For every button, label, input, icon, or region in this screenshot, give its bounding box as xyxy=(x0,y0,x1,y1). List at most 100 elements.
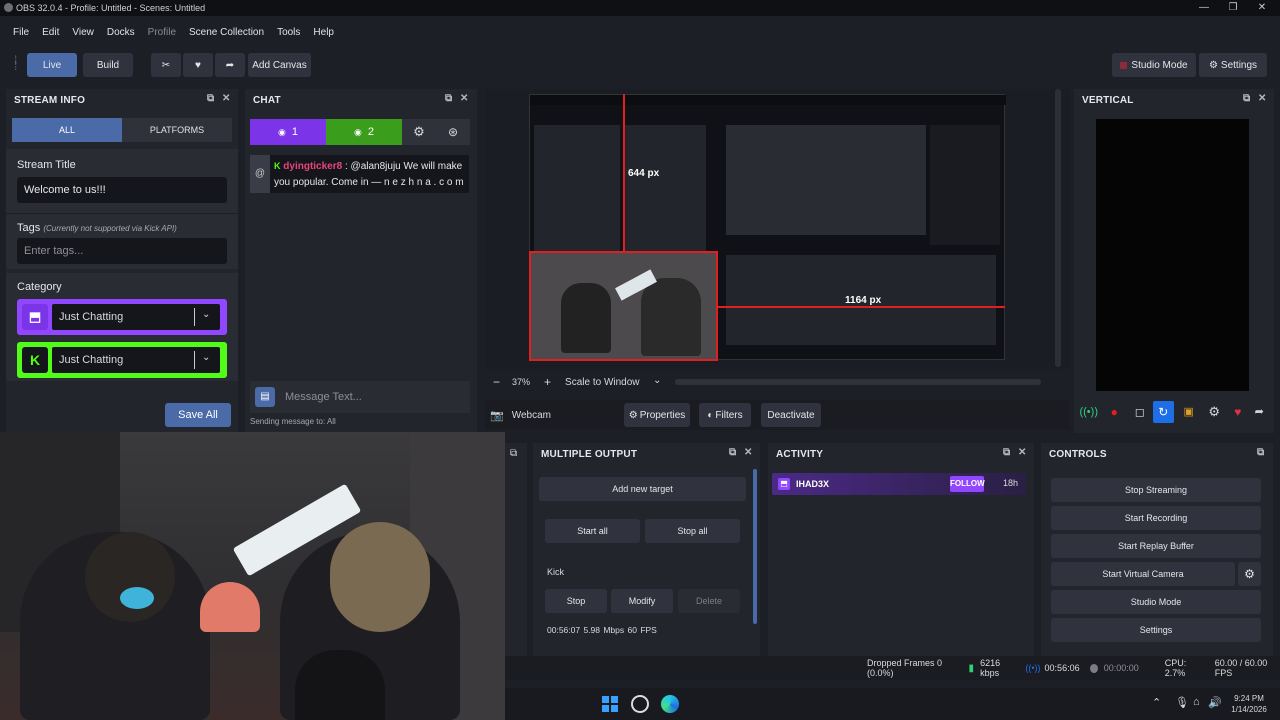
activity-item[interactable]: ⬒ IHAD3X FOLLOW 18h xyxy=(772,473,1026,495)
windows-start-icon[interactable] xyxy=(602,696,618,712)
drag-handle-icon[interactable]: ⁞ ⁞ xyxy=(14,54,17,72)
kick-category-select[interactable]: Just Chatting ⌄ xyxy=(52,347,220,373)
float-icon[interactable]: ⧉ xyxy=(729,447,736,458)
modify-target-button[interactable]: Modify xyxy=(611,589,673,613)
close-icon[interactable]: ✕ xyxy=(1258,93,1267,104)
float-icon[interactable]: ⧉ xyxy=(445,93,452,104)
start-recording-button[interactable]: Start Recording xyxy=(1051,506,1261,530)
stop-streaming-button[interactable]: Stop Streaming xyxy=(1051,478,1261,502)
width-guide xyxy=(717,306,1005,308)
minimize-icon[interactable]: — xyxy=(1193,0,1215,16)
settings-button[interactable]: Settings xyxy=(1051,618,1261,642)
close-window-icon[interactable]: ✕ xyxy=(1251,0,1273,16)
stream-title-label: Stream Title xyxy=(17,159,76,171)
target-stats: 00:56:07 5.98 Mbps 60 FPS xyxy=(547,625,657,635)
preview-vertical-scrollbar[interactable] xyxy=(1055,89,1061,367)
start-all-button[interactable]: Start all xyxy=(545,519,640,543)
gear-icon[interactable]: ⚙ xyxy=(1204,401,1226,423)
float-icon[interactable]: ⧉ xyxy=(1243,93,1250,104)
maximize-icon[interactable]: ❐ xyxy=(1222,0,1244,16)
twitch-viewers-button[interactable]: ◉ 1 xyxy=(250,119,326,145)
vertical-preview[interactable] xyxy=(1096,119,1249,391)
selected-webcam-source[interactable] xyxy=(529,251,718,361)
menu-tools[interactable]: Tools xyxy=(277,27,300,38)
sending-to-label: Sending message to: All xyxy=(250,417,336,426)
filters-button[interactable]: ◐ Filters xyxy=(699,403,751,427)
zoom-in-icon[interactable]: + xyxy=(544,375,551,389)
live-button[interactable]: Live xyxy=(27,53,77,77)
multiple-output-panel: MULTIPLE OUTPUT ⧉ ✕ Add new target Start… xyxy=(533,443,760,656)
edge-browser-icon[interactable] xyxy=(661,695,679,713)
scale-mode-select[interactable]: Scale to Window ⌄ xyxy=(565,373,669,391)
chat-username[interactable]: dyingticker8 xyxy=(283,161,342,172)
float-icon[interactable]: ⧉ xyxy=(510,448,517,459)
close-icon[interactable]: ✕ xyxy=(744,447,753,458)
studio-mode-icon xyxy=(1120,61,1128,69)
stop-all-button[interactable]: Stop all xyxy=(645,519,740,543)
menu-view[interactable]: View xyxy=(72,27,94,38)
scissors-icon[interactable]: ✂ xyxy=(151,53,181,77)
eye-icon: ◉ xyxy=(278,126,286,137)
chevron-up-icon[interactable]: ⌃ xyxy=(1152,696,1161,709)
add-canvas-button[interactable]: Add Canvas xyxy=(248,53,311,77)
heart-icon[interactable]: ♥ xyxy=(183,53,213,77)
add-new-target-button[interactable]: Add new target xyxy=(539,477,746,501)
start-replay-buffer-button[interactable]: Start Replay Buffer xyxy=(1051,534,1261,558)
tags-input[interactable]: Enter tags... xyxy=(17,238,227,264)
stream-title-input[interactable]: Welcome to us!!! xyxy=(17,177,227,203)
menu-file[interactable]: File xyxy=(13,27,29,38)
menu-help[interactable]: Help xyxy=(313,27,334,38)
chat-popout-icon[interactable]: ⊛ xyxy=(436,119,470,145)
twitch-category-select[interactable]: Just Chatting ⌄ xyxy=(52,304,220,330)
vertical-controls: ((•)) ● ◻ ↻ ▣ ⚙ ♥ ➦ xyxy=(1078,401,1270,423)
close-icon[interactable]: ✕ xyxy=(222,93,231,104)
share-icon[interactable]: ➦ xyxy=(1249,401,1271,423)
float-icon[interactable]: ⧉ xyxy=(207,93,214,104)
studio-mode-button[interactable]: Studio Mode xyxy=(1051,590,1261,614)
volume-icon[interactable]: 🔊 xyxy=(1208,696,1222,709)
menu-scene-collection[interactable]: Scene Collection xyxy=(189,27,264,38)
close-icon[interactable]: ✕ xyxy=(460,93,469,104)
build-button[interactable]: Build xyxy=(83,53,133,77)
output-scrollbar[interactable] xyxy=(753,469,757,624)
close-icon[interactable]: ✕ xyxy=(1018,447,1027,458)
menu-profile[interactable]: Profile xyxy=(148,27,176,38)
heart-icon[interactable]: ♥ xyxy=(1227,401,1249,423)
refresh-icon[interactable]: ↻ xyxy=(1152,401,1174,423)
network-icon[interactable]: ⌂ xyxy=(1193,696,1200,708)
obs-logo-icon xyxy=(4,3,13,12)
preview-canvas[interactable]: 644 px 1164 px xyxy=(485,89,1070,369)
settings-toolbar-button[interactable]: ⚙ Settings xyxy=(1199,53,1267,77)
virtual-camera-settings-icon[interactable]: ⚙ xyxy=(1238,562,1261,586)
microphone-icon[interactable]: 🎙 xyxy=(1175,696,1189,709)
zoom-out-icon[interactable]: − xyxy=(493,375,500,389)
chat-message-input[interactable]: Message Text... xyxy=(285,391,362,403)
save-all-button[interactable]: Save All xyxy=(165,403,231,427)
tab-all[interactable]: ALL xyxy=(12,118,122,142)
deactivate-button[interactable]: Deactivate xyxy=(761,403,821,427)
stop-icon[interactable]: ◻ xyxy=(1129,401,1151,423)
screenshot-icon[interactable]: ▣ xyxy=(1178,401,1200,423)
menu-edit[interactable]: Edit xyxy=(42,27,59,38)
preview-horizontal-scrollbar[interactable] xyxy=(675,379,1042,385)
tags-note: (Currently not supported via Kick API) xyxy=(43,224,177,233)
toolbar: ⁞ ⁞ Live Build ✂ ♥ ➦ Add Canvas Studio Mo… xyxy=(0,50,1280,82)
chat-bubble-icon[interactable]: ▤ xyxy=(255,387,275,407)
record-icon[interactable]: ● xyxy=(1104,401,1126,423)
menu-docks[interactable]: Docks xyxy=(107,27,135,38)
tab-platforms[interactable]: PLATFORMS xyxy=(122,118,232,142)
stream-live-icon[interactable]: ((•)) xyxy=(1078,401,1100,423)
obs-taskbar-icon[interactable] xyxy=(631,695,649,713)
float-icon[interactable]: ⧉ xyxy=(1257,447,1264,458)
clock-time: 9:24 PM xyxy=(1234,694,1264,703)
share-icon[interactable]: ➦ xyxy=(215,53,245,77)
delete-target-button[interactable]: Delete xyxy=(678,589,740,613)
properties-button[interactable]: ⚙ Properties xyxy=(624,403,690,427)
kick-viewers-button[interactable]: ◉ 2 xyxy=(326,119,402,145)
clock[interactable]: 9:24 PM 1/14/2026 xyxy=(1224,693,1274,715)
chat-settings-icon[interactable]: ⚙ xyxy=(402,119,436,145)
start-virtual-camera-button[interactable]: Start Virtual Camera xyxy=(1051,562,1235,586)
stop-target-button[interactable]: Stop xyxy=(545,589,607,613)
float-icon[interactable]: ⧉ xyxy=(1003,447,1010,458)
studio-mode-toolbar-button[interactable]: Studio Mode xyxy=(1112,53,1196,77)
